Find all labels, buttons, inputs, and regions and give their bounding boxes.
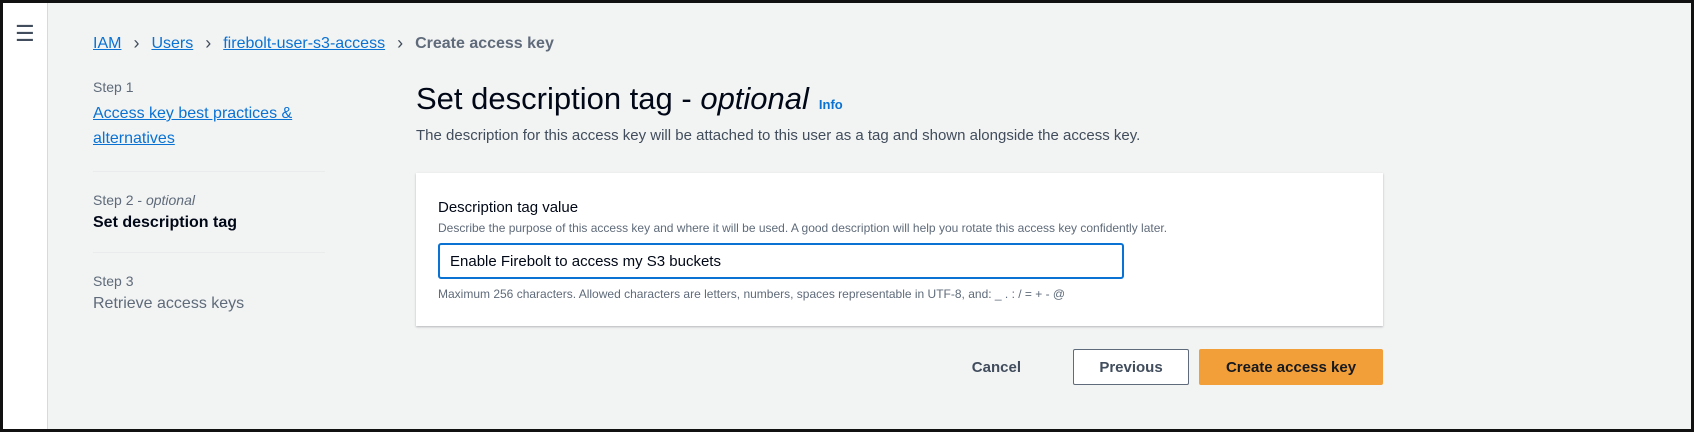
field-hint: Describe the purpose of this access key … [438, 221, 1168, 235]
nav-gutter: ☰ [3, 3, 48, 429]
step-1-link[interactable]: Access key best practices & alternatives [93, 105, 292, 147]
window: ☰ IAM › Users › firebolt-user-s3-access … [0, 0, 1694, 432]
description-tag-card: Description tag value Describe the purpo… [416, 173, 1383, 326]
field-constraint: Maximum 256 characters. Allowed characte… [438, 287, 1066, 301]
step-number: Step 3 [93, 273, 134, 289]
page-description: The description for this access key will… [416, 127, 1141, 144]
hamburger-menu-icon[interactable]: ☰ [15, 21, 35, 47]
main-content: Set description tag - optional Info The d… [416, 81, 1383, 385]
info-link[interactable]: Info [819, 97, 843, 112]
wizard-actions: Cancel Previous Create access key [950, 349, 1383, 385]
description-tag-input[interactable] [438, 243, 1124, 279]
page-title: Set description tag - optional Info [416, 81, 843, 116]
cancel-button[interactable]: Cancel [950, 349, 1043, 385]
chevron-right-icon: › [205, 33, 212, 53]
breadcrumb-user[interactable]: firebolt-user-s3-access [223, 35, 385, 53]
step-2: Step 2 - optional Set description tag [93, 192, 325, 253]
wizard-steps: Step 1 Access key best practices & alter… [93, 79, 325, 353]
step-1: Step 1 Access key best practices & alter… [93, 79, 325, 172]
breadcrumb-users[interactable]: Users [151, 35, 193, 53]
chevron-right-icon: › [397, 33, 404, 53]
breadcrumb: IAM › Users › firebolt-user-s3-access › … [93, 33, 554, 54]
step-number: Step 2 - optional [93, 192, 195, 208]
chevron-right-icon: › [133, 33, 140, 53]
field-label: Description tag value [438, 199, 579, 216]
step-2-current: Set description tag [93, 214, 238, 231]
breadcrumb-iam[interactable]: IAM [93, 35, 121, 53]
step-number: Step 1 [93, 79, 134, 95]
step-3: Step 3 Retrieve access keys [93, 273, 325, 333]
breadcrumb-current: Create access key [415, 34, 554, 52]
create-access-key-button[interactable]: Create access key [1199, 349, 1383, 385]
previous-button[interactable]: Previous [1073, 349, 1189, 385]
step-3-label: Retrieve access keys [93, 295, 245, 312]
